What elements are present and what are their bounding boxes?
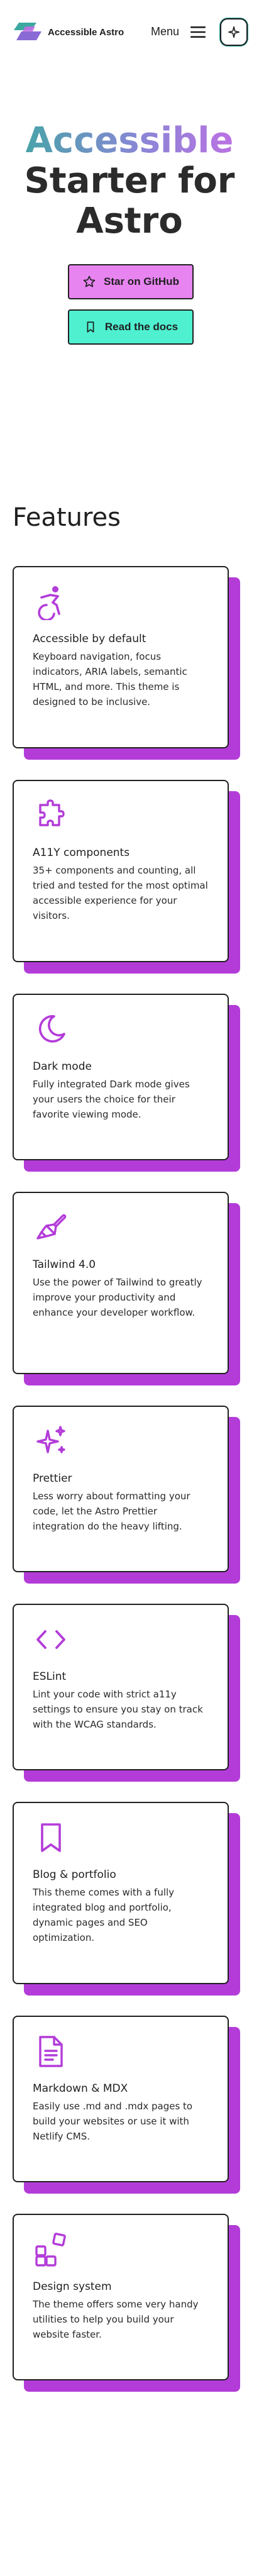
feature-card-body: ESLint Lint your code with strict a11y s… [13, 1604, 229, 1770]
features-heading: Features [13, 503, 121, 532]
feature-card: Tailwind 4.0 Use the power of Tailwind t… [13, 1192, 240, 1385]
hamburger-menu-icon[interactable] [189, 23, 207, 42]
feature-card: Blog & portfolio This theme comes with a… [13, 1802, 240, 1996]
feature-card-body: Prettier Less worry about formatting you… [13, 1406, 229, 1572]
feature-card-body: Tailwind 4.0 Use the power of Tailwind t… [13, 1192, 229, 1374]
read-the-docs-label: Read the docs [104, 321, 179, 333]
feature-card: Dark mode Fully integrated Dark mode giv… [13, 994, 240, 1172]
feature-card: Design system The theme offers some very… [13, 2214, 240, 2392]
bookmark-small-icon [87, 321, 94, 333]
puzzle-icon [39, 799, 65, 826]
feature-card: Accessible by default Keyboard navigatio… [13, 566, 240, 760]
feature-description: Lint your code with strict a11y settings… [33, 1689, 203, 1730]
sparkles-icon [36, 1426, 65, 1453]
code-icon [36, 1630, 65, 1649]
feature-card: Markdown & MDX Easily use .md and .mdx p… [13, 2016, 240, 2194]
feature-title: Design system [33, 2280, 112, 2293]
feature-card-body: A11Y components 35+ components and count… [13, 780, 229, 962]
document-icon [39, 2036, 63, 2067]
feature-description: Less worry about formatting your code, l… [33, 1491, 190, 1532]
blocks-icon [35, 2233, 66, 2267]
bookmark-icon [41, 1823, 61, 1852]
brand-name[interactable]: Accessible Astro [48, 27, 124, 38]
hero-title-line-2: Starter for [24, 160, 235, 201]
feature-title: Dark mode [33, 1060, 92, 1073]
feature-card-body: Dark mode Fully integrated Dark mode giv… [13, 994, 229, 1160]
astro-logo-icon[interactable] [13, 21, 44, 43]
theme-toggle-button[interactable] [220, 18, 248, 46]
feature-card-body: Accessible by default Keyboard navigatio… [13, 566, 229, 748]
feature-card-body: Markdown & MDX Easily use .md and .mdx p… [13, 2016, 229, 2182]
feature-description: The theme offers some very handy utiliti… [33, 2299, 199, 2340]
star-on-github-label: Star on GitHub [104, 275, 179, 287]
sparkle-icon [228, 26, 240, 38]
feature-description: Keyboard navigation, focus indicators, A… [33, 651, 187, 708]
accessibility-icon [38, 586, 60, 620]
feature-title: A11Y components [33, 847, 130, 859]
feature-title: Prettier [33, 1472, 72, 1485]
read-the-docs-button[interactable]: Read the docs [68, 309, 194, 345]
feature-description: Easily use .md and .mdx pages to build y… [33, 2101, 193, 2142]
hero-title-accent: Accessible [0, 121, 259, 161]
star-on-github-button[interactable]: Star on GitHub [68, 264, 194, 299]
feature-description: 35+ components and counting, all tried a… [33, 865, 208, 921]
hero-title: Accessible Starter for Astro [0, 121, 259, 242]
feature-card-body: Blog & portfolio This theme comes with a… [13, 1802, 229, 1984]
paintbrush-icon [36, 1214, 67, 1240]
hero-title-line-3: Astro [76, 201, 183, 242]
site-header: Accessible Astro Menu [0, 0, 259, 65]
moon-icon [38, 1015, 65, 1043]
star-icon [83, 275, 96, 287]
feature-card-body: Design system The theme offers some very… [13, 2214, 229, 2380]
feature-description: Fully integrated Dark mode gives your us… [33, 1079, 190, 1120]
feature-card: Prettier Less worry about formatting you… [13, 1406, 240, 1584]
feature-title: ESLint [33, 1670, 67, 1683]
feature-card: ESLint Lint your code with strict a11y s… [13, 1604, 240, 1782]
feature-title: Markdown & MDX [33, 2082, 128, 2095]
feature-description: Use the power of Tailwind to greatly imp… [33, 1277, 202, 1318]
feature-title: Blog & portfolio [33, 1868, 116, 1881]
feature-title: Tailwind 4.0 [33, 1258, 96, 1271]
feature-title: Accessible by default [33, 633, 146, 645]
feature-card: A11Y components 35+ components and count… [13, 780, 240, 974]
feature-description: This theme comes with a fully integrated… [33, 1887, 175, 1943]
menu-label[interactable]: Menu [151, 25, 179, 38]
